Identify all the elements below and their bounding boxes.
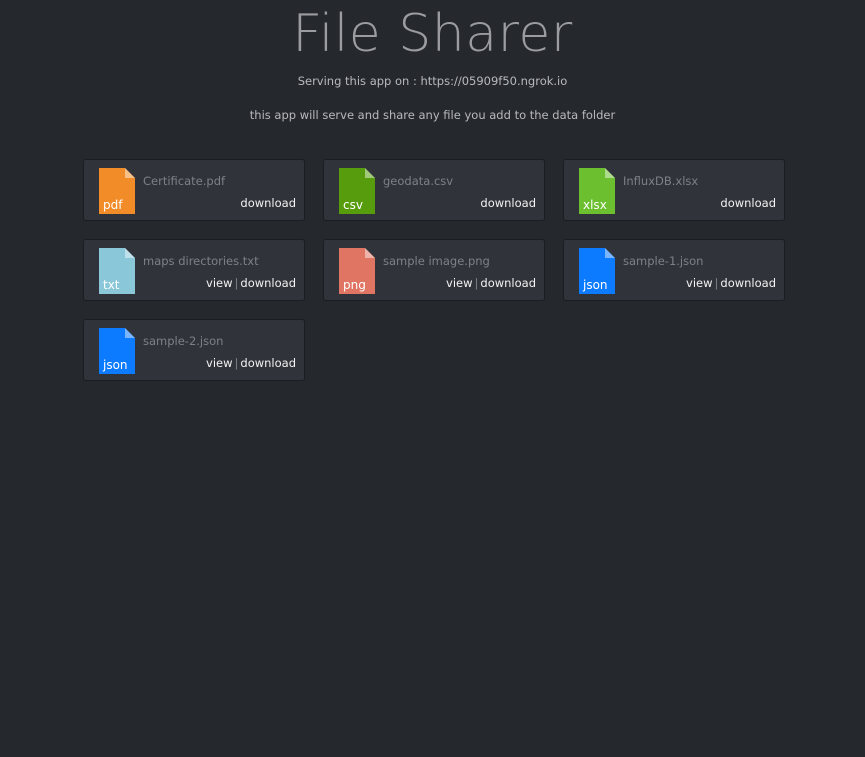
file-actions: download <box>720 195 776 211</box>
file-name: sample image.png <box>383 254 490 268</box>
page-title: File Sharer <box>292 4 573 64</box>
file-actions: download <box>480 195 536 211</box>
file-extension-label: xlsx <box>583 198 607 212</box>
file-card: json sample-2.json view | download <box>83 319 305 381</box>
action-separator: | <box>234 356 239 370</box>
download-link[interactable]: download <box>240 196 296 210</box>
file-card: pdf Certificate.pdf download <box>83 159 305 221</box>
file-name: InfluxDB.xlsx <box>623 174 699 188</box>
file-name: Certificate.pdf <box>143 174 226 188</box>
file-actions: download <box>240 195 296 211</box>
download-link[interactable]: download <box>480 196 536 210</box>
file-extension-label: png <box>343 278 366 292</box>
file-card: xlsx InfluxDB.xlsx download <box>563 159 785 221</box>
file-actions: view | download <box>446 275 536 291</box>
download-link[interactable]: download <box>240 276 296 290</box>
download-link[interactable]: download <box>720 196 776 210</box>
file-actions: view | download <box>686 275 776 291</box>
file-type-icon: xlsx <box>579 168 615 214</box>
page: File Sharer Serving this app on : https:… <box>0 0 865 757</box>
download-link[interactable]: download <box>720 276 776 290</box>
download-link[interactable]: download <box>480 276 536 290</box>
file-type-icon: pdf <box>99 168 135 214</box>
action-separator: | <box>234 276 239 290</box>
file-extension-label: txt <box>103 278 120 292</box>
action-separator: | <box>714 276 719 290</box>
file-type-icon: txt <box>99 248 135 294</box>
file-type-icon: json <box>579 248 615 294</box>
file-name: maps directories.txt <box>143 254 259 268</box>
serving-url-text: Serving this app on : https://05909f50.n… <box>297 74 568 88</box>
view-link[interactable]: view <box>206 356 232 370</box>
file-extension-label: json <box>583 278 608 292</box>
file-name: sample-1.json <box>623 254 704 268</box>
file-type-icon: csv <box>339 168 375 214</box>
file-extension-label: pdf <box>103 198 123 212</box>
view-link[interactable]: view <box>206 276 232 290</box>
file-extension-label: csv <box>343 198 363 212</box>
view-link[interactable]: view <box>686 276 712 290</box>
file-type-icon: png <box>339 248 375 294</box>
file-type-icon: json <box>99 328 135 374</box>
action-separator: | <box>474 276 479 290</box>
file-name: sample-2.json <box>143 334 224 348</box>
app-description: this app will serve and share any file y… <box>249 108 616 122</box>
file-card: png sample image.png view | download <box>323 239 545 301</box>
file-card: csv geodata.csv download <box>323 159 545 221</box>
view-link[interactable]: view <box>446 276 472 290</box>
file-card: txt maps directories.txt view | download <box>83 239 305 301</box>
file-actions: view | download <box>206 355 296 371</box>
file-card: json sample-1.json view | download <box>563 239 785 301</box>
file-actions: view | download <box>206 275 296 291</box>
file-extension-label: json <box>103 358 128 372</box>
file-name: geodata.csv <box>383 174 454 188</box>
download-link[interactable]: download <box>240 356 296 370</box>
